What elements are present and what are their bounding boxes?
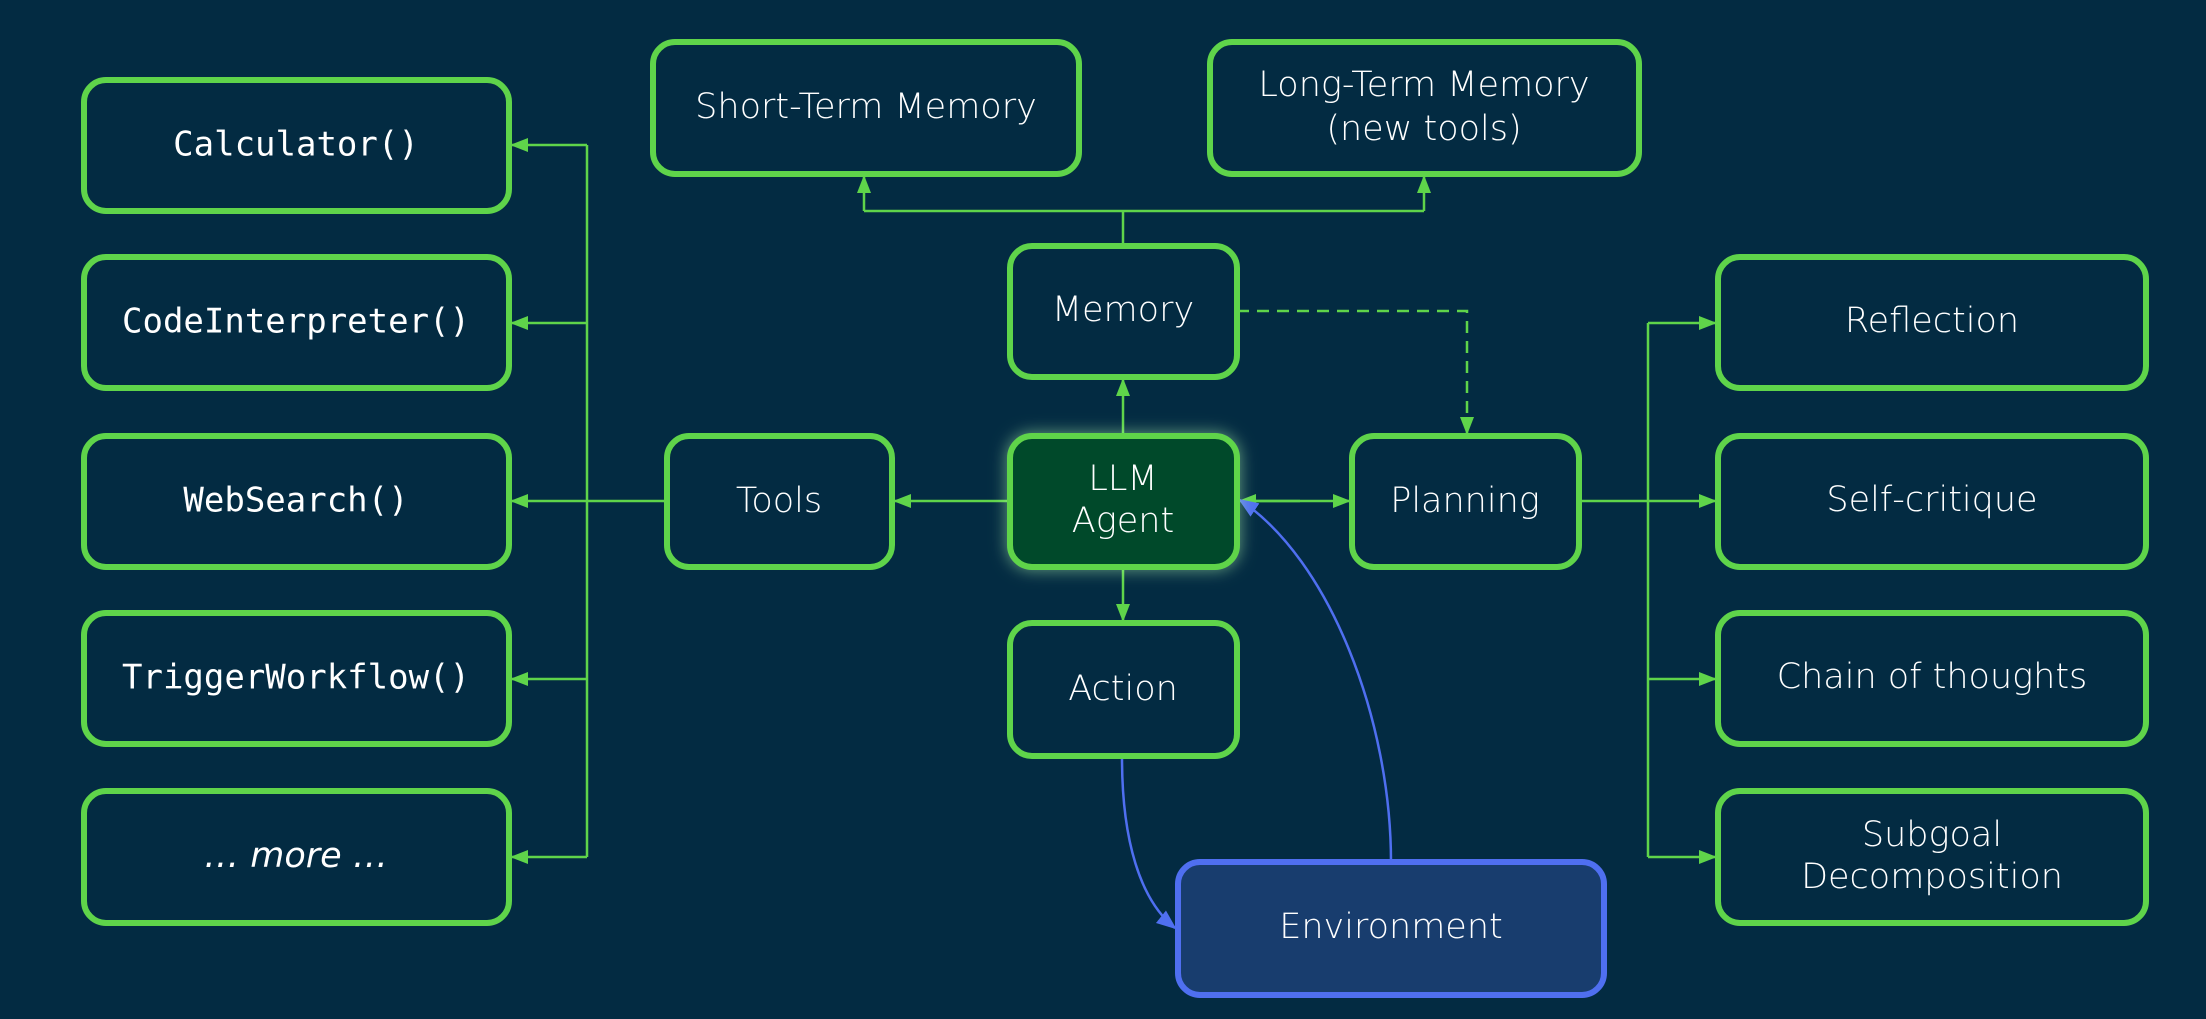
planning-reflection[interactable]: Reflection: [1715, 254, 2149, 391]
node-label: Planning: [1390, 481, 1540, 521]
dashed-arrow-memory-to-planning: [1237, 309, 1474, 435]
node-label: Chain of thoughts: [1777, 657, 2088, 697]
node-label: Tools: [736, 481, 822, 521]
memory-bus: [864, 209, 1424, 246]
tool-label: … more …: [204, 836, 388, 876]
tools-node[interactable]: Tools: [664, 433, 895, 570]
node-label: LLM: [1088, 459, 1157, 499]
tool-websearch[interactable]: WebSearch(): [81, 433, 512, 570]
planning-self-critique[interactable]: Self-critique: [1715, 433, 2149, 570]
action-node[interactable]: Action: [1007, 620, 1240, 759]
node-label: Action: [1068, 669, 1178, 709]
llm-agent-diagram: Calculator() CodeInterpreter() WebSearch…: [81, 39, 2149, 998]
memory-node[interactable]: Memory: [1007, 243, 1240, 380]
tools-bus: [585, 145, 667, 857]
planning-chain-of-thoughts[interactable]: Chain of thoughts: [1715, 610, 2149, 747]
planning-node[interactable]: Planning: [1349, 433, 1582, 570]
node-label: Decomposition: [1801, 857, 2063, 897]
tool-calculator[interactable]: Calculator(): [81, 77, 512, 214]
short-term-memory-node[interactable]: Short-Term Memory: [650, 39, 1082, 177]
tool-label: WebSearch(): [183, 481, 408, 521]
tool-more[interactable]: … more …: [81, 788, 512, 926]
node-label: Self-critique: [1826, 480, 2037, 520]
node-label: Long-Term Memory: [1258, 65, 1589, 105]
planning-subgoal-decomposition[interactable]: Subgoal Decomposition: [1715, 788, 2149, 926]
planning-bus: [1579, 323, 1650, 857]
node-label: Reflection: [1845, 301, 2019, 341]
node-label: Short-Term Memory: [695, 87, 1037, 127]
tool-triggerworkflow[interactable]: TriggerWorkflow(): [81, 610, 512, 747]
tool-label: CodeInterpreter(): [122, 302, 470, 342]
tool-codeinterpreter[interactable]: CodeInterpreter(): [81, 254, 512, 391]
arrow-action-to-environment: [1120, 757, 1177, 930]
node-label: Environment: [1279, 907, 1502, 947]
node-label: Agent: [1072, 501, 1174, 541]
long-term-memory-node[interactable]: Long-Term Memory (new tools): [1207, 39, 1642, 177]
llm-agent-node[interactable]: LLM Agent: [1007, 433, 1240, 570]
node-label: (new tools): [1326, 109, 1521, 149]
environment-node[interactable]: Environment: [1175, 859, 1607, 998]
node-label: Memory: [1052, 290, 1194, 330]
tool-label: Calculator(): [173, 125, 419, 165]
tool-label: TriggerWorkflow(): [122, 658, 470, 698]
node-label: Subgoal: [1862, 815, 2002, 855]
